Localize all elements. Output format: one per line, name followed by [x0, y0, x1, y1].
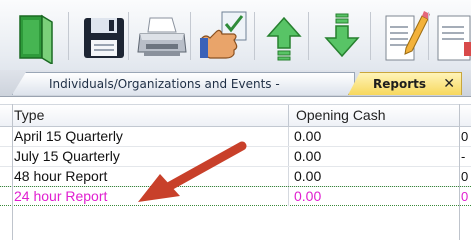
tab-label: Individuals/Organizations and Events -: [49, 77, 280, 91]
table-row-selected[interactable]: 24 hour Report 0.00 0: [0, 186, 471, 206]
save-icon[interactable]: [76, 8, 132, 64]
close-icon[interactable]: ✕: [443, 73, 455, 95]
tab-individuals-organizations-events[interactable]: Individuals/Organizations and Events -: [12, 72, 355, 95]
table-row[interactable]: July 15 Quarterly 0.00 -: [0, 147, 471, 167]
grid-right-border: [459, 104, 460, 240]
book-icon[interactable]: [8, 8, 64, 64]
column-header-type[interactable]: Type: [14, 105, 44, 125]
grid-header: Type Opening Cash: [0, 104, 471, 127]
cell-truncated: 0: [461, 189, 469, 204]
cell-type: 48 hour Report: [14, 168, 108, 184]
cell-truncated: 0: [461, 129, 469, 144]
printer-icon[interactable]: [134, 8, 190, 64]
table-row[interactable]: 48 hour Report 0.00 0: [0, 167, 471, 187]
cell-opening-cash: 0.00: [294, 128, 322, 144]
edit-document-icon[interactable]: [376, 8, 432, 64]
cell-opening-cash: 0.00: [294, 188, 322, 204]
cell-truncated: 0: [461, 169, 469, 184]
thumbs-up-checklist-icon[interactable]: [196, 8, 252, 64]
grid-left-border: [12, 104, 13, 240]
cell-type: July 15 Quarterly: [14, 148, 120, 164]
arrow-down-icon[interactable]: [314, 8, 370, 64]
cell-truncated: -: [461, 149, 466, 164]
arrow-up-icon[interactable]: [256, 8, 312, 64]
tab-strip: Individuals/Organizations and Events - R…: [0, 70, 471, 97]
cell-opening-cash: 0.00: [294, 168, 322, 184]
column-header-opening-cash[interactable]: Opening Cash: [296, 105, 386, 125]
cell-opening-cash: 0.00: [294, 148, 322, 164]
tab-label: Reports: [373, 77, 427, 91]
cell-type: April 15 Quarterly: [14, 128, 123, 144]
cell-type: 24 hour Report: [14, 188, 108, 204]
tab-reports[interactable]: Reports ✕: [348, 72, 462, 95]
toolbar: [0, 0, 471, 71]
table-row[interactable]: April 15 Quarterly 0.00 0: [0, 127, 471, 147]
report-icon[interactable]: [434, 8, 471, 64]
